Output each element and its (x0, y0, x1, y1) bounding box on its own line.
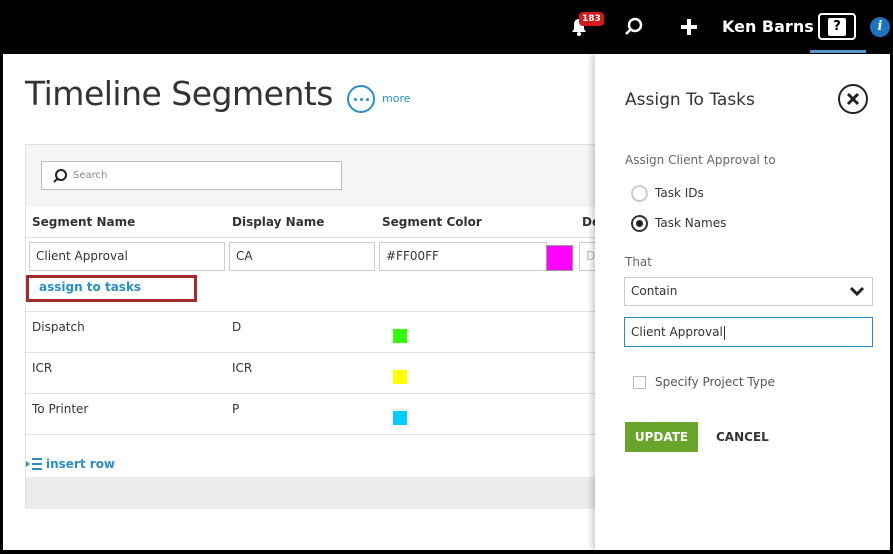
column-header-display-name[interactable]: Display Name (232, 215, 324, 229)
radio-task-names[interactable] (631, 215, 648, 232)
table-row-end (26, 434, 595, 446)
search-icon[interactable] (624, 17, 644, 37)
help-icon: ? (828, 18, 846, 36)
dot-icon (354, 98, 357, 101)
insert-row-icon[interactable] (26, 457, 42, 471)
segment-name: ICR (32, 361, 53, 375)
column-header-segment-name[interactable]: Segment Name (32, 215, 135, 229)
display-name: D (232, 320, 242, 334)
column-header-segment-color[interactable]: Segment Color (382, 215, 482, 229)
page-title: Timeline Segments (25, 74, 334, 113)
radio-task-ids[interactable] (631, 185, 648, 202)
insert-row-link[interactable]: insert row (46, 457, 115, 471)
radio-task-ids-label[interactable]: Task IDs (655, 186, 704, 200)
chevron-down-icon (850, 286, 864, 296)
segments-table: Search Segment Name Display Name Segment… (25, 144, 595, 509)
dot-icon (366, 98, 369, 101)
assign-to-tasks-link[interactable]: assign to tasks (39, 280, 141, 294)
plus-icon[interactable] (679, 17, 699, 37)
table-row[interactable]: To Printer P (26, 393, 595, 434)
segment-name-field[interactable]: Client Approval (29, 242, 225, 271)
help-underline (810, 50, 866, 53)
search-input[interactable]: Search (41, 161, 342, 190)
condition-select[interactable]: Contain (624, 277, 873, 306)
help-button[interactable]: ? (818, 13, 856, 40)
table-toolbar: Search (26, 145, 595, 207)
update-button[interactable]: UPDATE (625, 422, 698, 452)
table-row[interactable]: ICR ICR (26, 352, 595, 393)
display-name-field[interactable]: CA (229, 242, 375, 271)
user-name[interactable]: Ken Barns (722, 17, 814, 37)
text-caret (723, 325, 725, 340)
panel-title: Assign To Tasks (625, 90, 755, 110)
condition-select-value: Contain (631, 284, 678, 298)
color-swatch (393, 411, 407, 425)
cancel-button[interactable]: CANCEL (716, 430, 769, 444)
assign-tasks-panel: Assign To Tasks Assign Client Approval t… (595, 54, 890, 550)
color-swatch (393, 329, 407, 343)
top-bar: 183 Ken Barns ? i (0, 0, 893, 54)
color-swatch-picker[interactable] (546, 245, 573, 271)
dot-icon (360, 98, 363, 101)
table-footer (26, 477, 595, 509)
info-icon[interactable]: i (870, 17, 890, 37)
color-swatch (393, 370, 407, 384)
more-button[interactable] (347, 85, 375, 113)
table-row[interactable]: Dispatch D (26, 311, 595, 352)
display-name: ICR (232, 361, 253, 375)
segment-name: Dispatch (32, 320, 85, 334)
segment-color-field[interactable]: #FF00FF (379, 242, 547, 271)
match-text-input[interactable]: Client Approval (624, 317, 873, 347)
segment-name: To Printer (32, 402, 89, 416)
display-name: P (232, 402, 240, 416)
search-icon (53, 169, 67, 183)
main-content: Timeline Segments more Search Segment Na… (3, 54, 595, 550)
column-header-description[interactable]: De (582, 215, 595, 229)
assign-label: Assign Client Approval to (625, 153, 776, 167)
radio-task-names-label[interactable]: Task Names (655, 216, 726, 230)
notification-badge: 183 (579, 12, 604, 26)
description-field[interactable]: De (579, 242, 595, 271)
specify-project-type-label[interactable]: Specify Project Type (655, 375, 775, 389)
header-divider (26, 237, 595, 238)
close-icon (846, 92, 860, 106)
close-button[interactable] (838, 84, 868, 114)
match-text-value: Client Approval (631, 325, 723, 339)
specify-project-type-checkbox[interactable] (633, 376, 646, 389)
search-placeholder: Search (73, 170, 108, 181)
that-label: That (625, 255, 652, 269)
more-link[interactable]: more (382, 92, 411, 105)
